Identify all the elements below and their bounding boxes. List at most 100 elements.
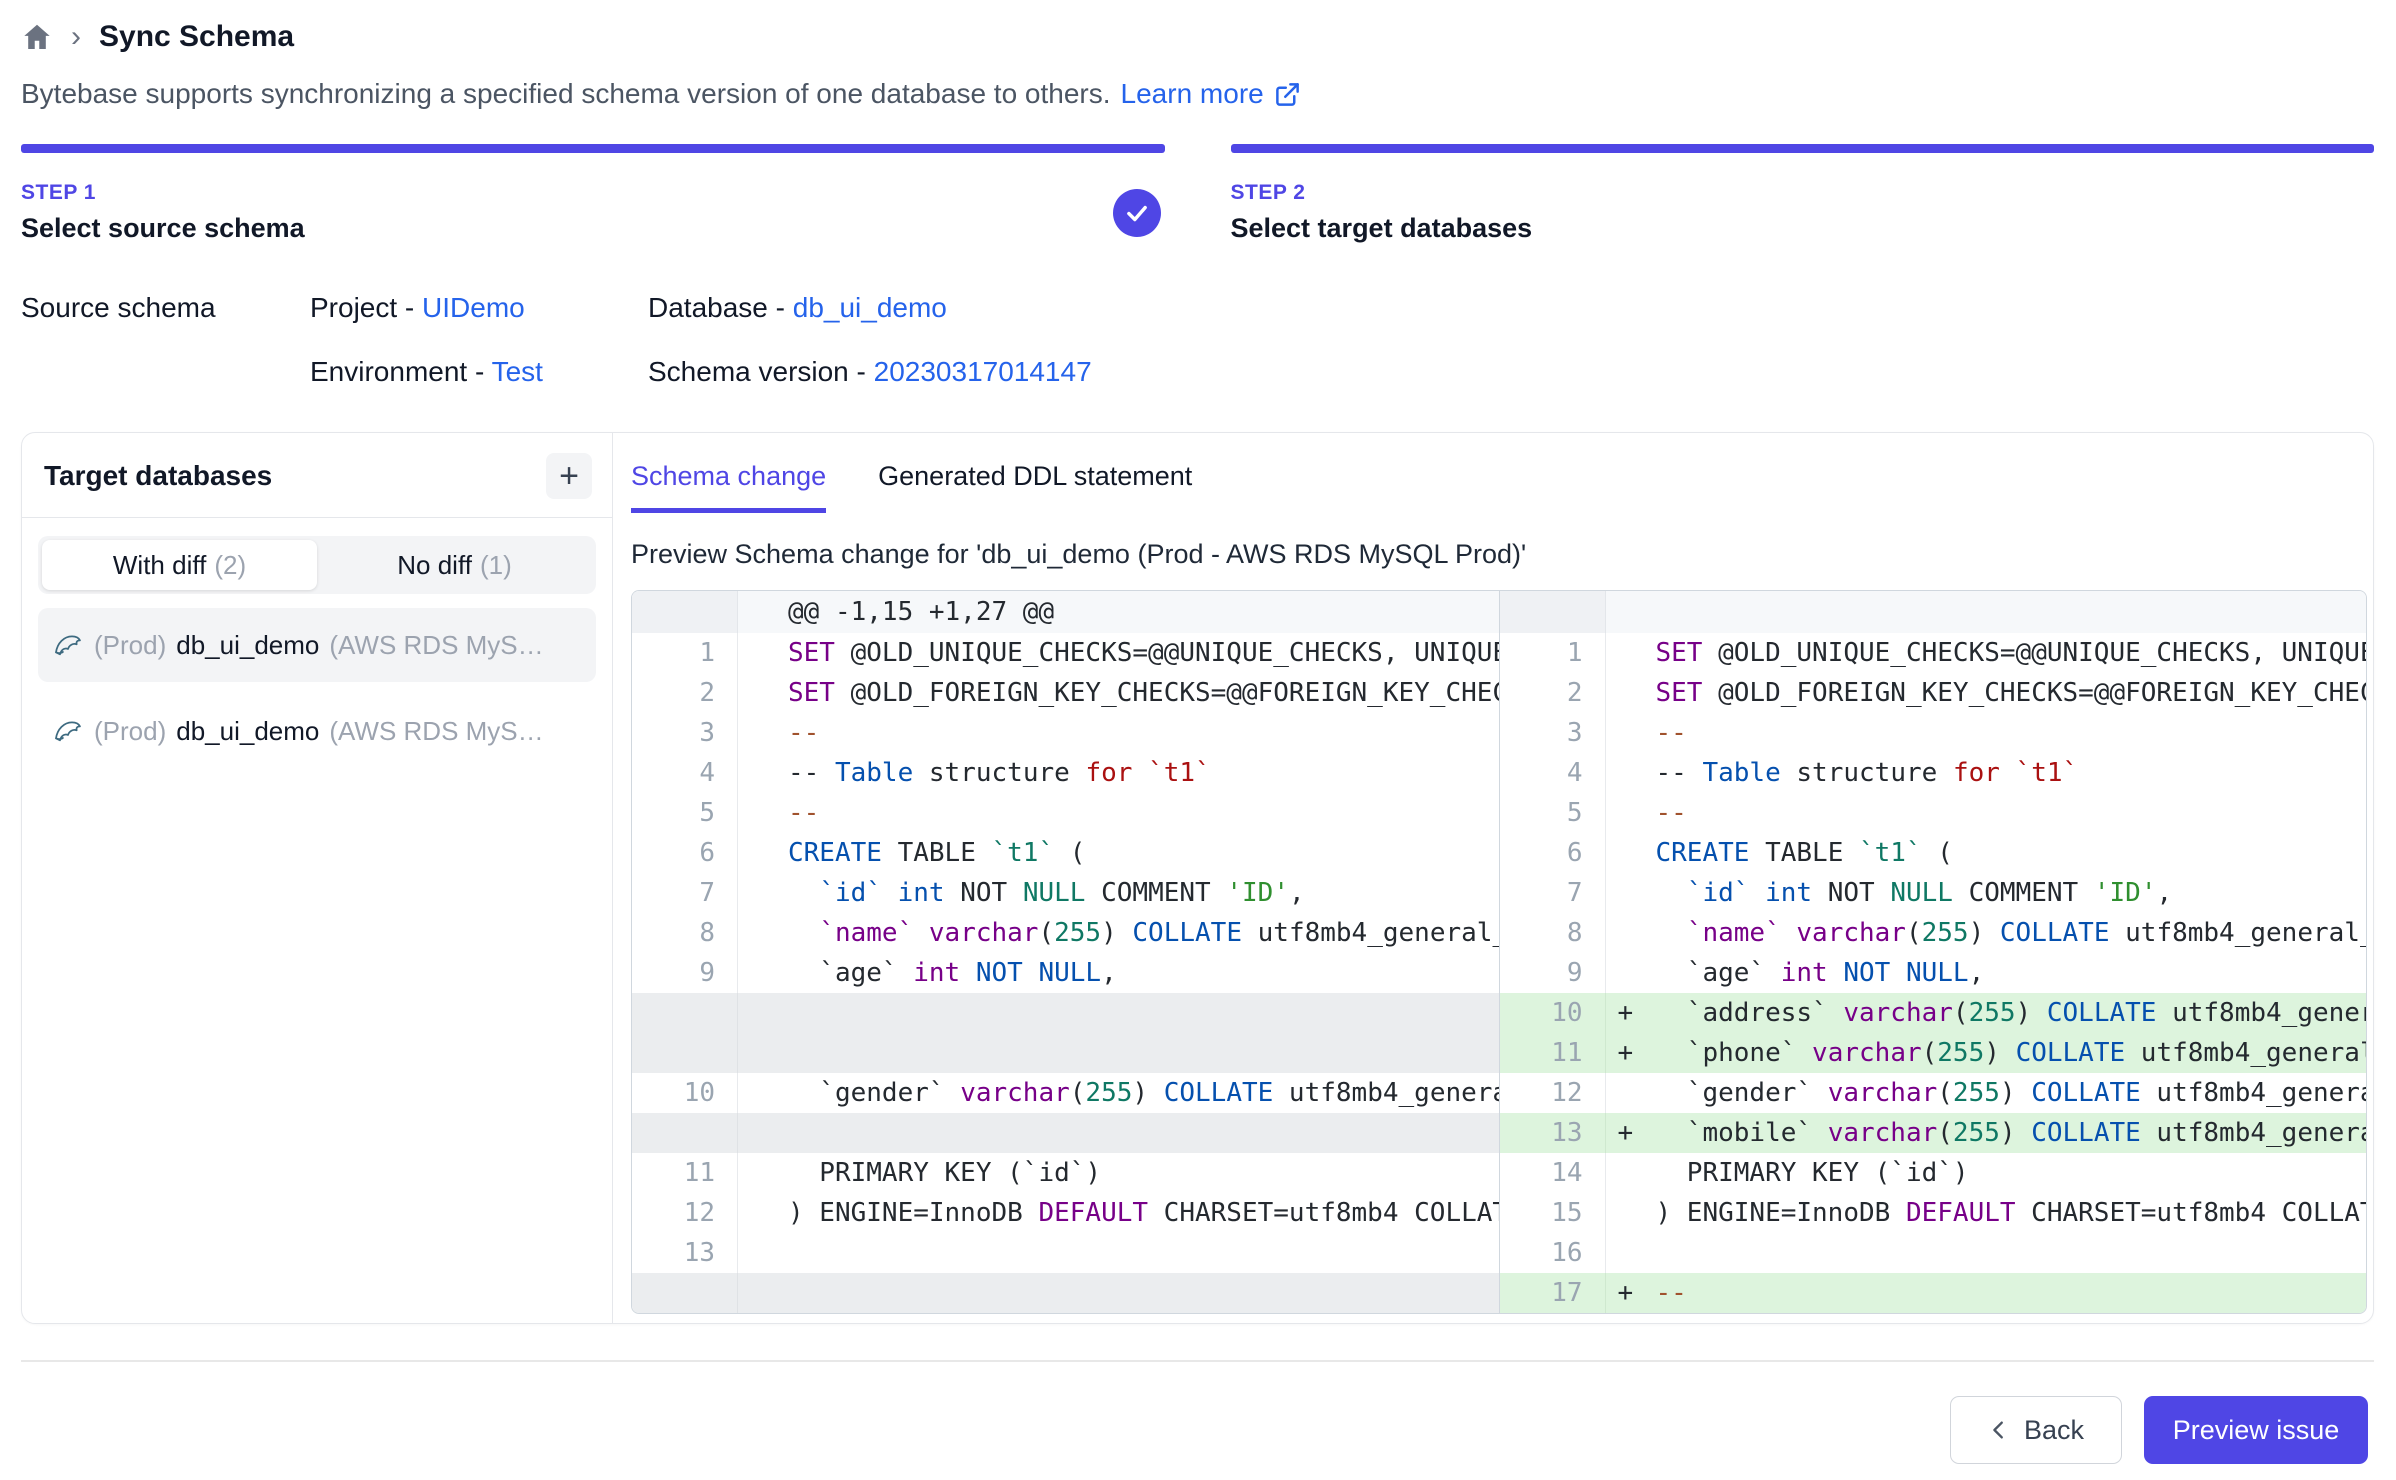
db-instance: (AWS RDS MyS… (329, 716, 543, 747)
diff-row: 11+ `phone` varchar(255) COLLATE utf8mb4… (1500, 1033, 2367, 1073)
external-link-icon[interactable] (1274, 81, 1301, 108)
preview-tabs: Schema change Generated DDL statement (631, 461, 2367, 513)
diff-rows-old: 1SET @OLD_UNIQUE_CHECKS=@@UNIQUE_CHECKS,… (632, 633, 1499, 1313)
tab-generated-ddl[interactable]: Generated DDL statement (878, 461, 1192, 513)
no-diff-label: No diff (397, 550, 472, 581)
diff-row: 7 `id` int NOT NULL COMMENT 'ID', (632, 873, 1499, 913)
source-schema-label: Source schema (21, 292, 310, 324)
step-2-progress-bar (1231, 144, 2375, 153)
project-field-label: Project - (310, 292, 422, 323)
source-database-field: Database - db_ui_demo (648, 292, 2374, 324)
diff-row (632, 1113, 1499, 1153)
step-2-title: Select target databases (1231, 213, 1533, 244)
diff-row: 10 `gender` varchar(255) COLLATE utf8mb4… (632, 1073, 1499, 1113)
home-icon[interactable] (21, 21, 53, 53)
no-diff-count: (1) (480, 550, 512, 581)
diff-row: 9 `age` int NOT NULL, (632, 953, 1499, 993)
diff-row (632, 993, 1499, 1033)
database-link[interactable]: db_ui_demo (793, 292, 947, 323)
sync-main-card: Target databases + With diff (2) No diff… (21, 432, 2374, 1324)
learn-more-link[interactable]: Learn more (1121, 78, 1264, 110)
diff-row (632, 1033, 1499, 1073)
diff-row: 2SET @OLD_FOREIGN_KEY_CHECKS=@@FOREIGN_K… (632, 673, 1499, 713)
diff-row: 11 PRIMARY KEY (`id`) (632, 1153, 1499, 1193)
breadcrumb: › Sync Schema (21, 16, 2374, 58)
diff-row: 8 `name` varchar(255) COLLATE utf8mb4_ge… (1500, 913, 2367, 953)
step-1-progress-bar (21, 144, 1165, 153)
target-databases-panel: Target databases + With diff (2) No diff… (22, 433, 613, 1323)
diff-row: 2SET @OLD_FOREIGN_KEY_CHECKS=@@FOREIGN_K… (1500, 673, 2367, 713)
db-name: db_ui_demo (176, 630, 319, 661)
environment-field-label: Environment - (310, 356, 492, 387)
sync-schema-page: › Sync Schema Bytebase supports synchron… (0, 0, 2396, 1480)
diff-row: 9 `age` int NOT NULL, (1500, 953, 2367, 993)
chevron-left-icon (1988, 1419, 2010, 1441)
page-title: Sync Schema (99, 20, 294, 54)
intro-description: Bytebase supports synchronizing a specif… (21, 78, 1111, 110)
schema-diff-viewer: @@ -1,15 +1,27 @@ 1SET @OLD_UNIQUE_CHECK… (631, 590, 2367, 1314)
diff-hunk-header-text: @@ -1,15 +1,27 @@ (788, 591, 1499, 633)
diff-row: 6CREATE TABLE `t1` ( (632, 833, 1499, 873)
database-list-item[interactable]: (Prod) db_ui_demo (AWS RDS MyS… (38, 694, 596, 768)
schema-preview-panel: Schema change Generated DDL statement Pr… (613, 433, 2373, 1323)
diff-row: 7 `id` int NOT NULL COMMENT 'ID', (1500, 873, 2367, 913)
step-1-check-icon (1113, 189, 1161, 237)
diff-row: 17+-- (1500, 1273, 2367, 1313)
diff-row: 16 (1500, 1233, 2367, 1273)
diff-row: 6CREATE TABLE `t1` ( (1500, 833, 2367, 873)
diff-filter-tabs: With diff (2) No diff (1) (38, 536, 596, 594)
step-1[interactable]: STEP 1 Select source schema (21, 144, 1165, 244)
diff-row: 1SET @OLD_UNIQUE_CHECKS=@@UNIQUE_CHECKS,… (1500, 633, 2367, 673)
step-2[interactable]: STEP 2 Select target databases (1231, 144, 2375, 244)
diff-rows-new: 1SET @OLD_UNIQUE_CHECKS=@@UNIQUE_CHECKS,… (1500, 633, 2367, 1313)
diff-row: 14 PRIMARY KEY (`id`) (1500, 1153, 2367, 1193)
project-link[interactable]: UIDemo (422, 292, 525, 323)
diff-row: 4-- Table structure for `t1` (1500, 753, 2367, 793)
add-database-button[interactable]: + (546, 453, 592, 499)
diff-row: 12) ENGINE=InnoDB DEFAULT CHARSET=utf8mb… (632, 1193, 1499, 1233)
step-1-label: STEP 1 (21, 181, 305, 205)
diff-row: 4-- Table structure for `t1` (632, 753, 1499, 793)
source-project-field: Project - UIDemo (310, 292, 648, 324)
diff-row: 5-- (1500, 793, 2367, 833)
diff-hunk-header-right (1500, 591, 2367, 633)
preview-issue-button[interactable]: Preview issue (2144, 1396, 2368, 1464)
schema-version-link[interactable]: 20230317014147 (874, 356, 1092, 387)
environment-link[interactable]: Test (492, 356, 543, 387)
step-1-title: Select source schema (21, 213, 305, 244)
diff-row: 3-- (632, 713, 1499, 753)
footer-divider (21, 1360, 2374, 1362)
diff-row: 1SET @OLD_UNIQUE_CHECKS=@@UNIQUE_CHECKS,… (632, 633, 1499, 673)
chevron-right-icon: › (71, 20, 81, 54)
diff-row: 5-- (632, 793, 1499, 833)
diff-pane-old: @@ -1,15 +1,27 @@ 1SET @OLD_UNIQUE_CHECK… (632, 591, 1500, 1313)
db-name: db_ui_demo (176, 716, 319, 747)
diff-pane-new: 1SET @OLD_UNIQUE_CHECKS=@@UNIQUE_CHECKS,… (1500, 591, 2367, 1313)
back-button-label: Back (2024, 1415, 2084, 1446)
db-environment: (Prod) (94, 630, 166, 661)
tab-no-diff[interactable]: No diff (1) (317, 540, 592, 590)
database-list-item[interactable]: (Prod) db_ui_demo (AWS RDS MyS… (38, 608, 596, 682)
diff-row (632, 1273, 1499, 1313)
source-schema-summary: Source schema Project - UIDemo Database … (21, 292, 2374, 388)
target-databases-title: Target databases (44, 460, 272, 492)
diff-row: 13 (632, 1233, 1499, 1273)
mysql-dolphin-icon (52, 715, 84, 747)
schema-version-field-label: Schema version - (648, 356, 874, 387)
intro-text: Bytebase supports synchronizing a specif… (21, 78, 2374, 110)
step-indicator: STEP 1 Select source schema STEP 2 Selec… (21, 144, 2374, 244)
tab-schema-change[interactable]: Schema change (631, 461, 826, 513)
back-button[interactable]: Back (1950, 1396, 2122, 1464)
mysql-dolphin-icon (52, 629, 84, 661)
step-2-label: STEP 2 (1231, 181, 1533, 205)
diff-row: 12 `gender` varchar(255) COLLATE utf8mb4… (1500, 1073, 2367, 1113)
diff-row: 3-- (1500, 713, 2367, 753)
database-field-label: Database - (648, 292, 793, 323)
tab-with-diff[interactable]: With diff (2) (42, 540, 317, 590)
footer-actions: Back Preview issue (21, 1396, 2374, 1464)
target-database-list: (Prod) db_ui_demo (AWS RDS MyS… (Prod) d… (38, 608, 596, 768)
db-environment: (Prod) (94, 716, 166, 747)
source-environment-field: Environment - Test (310, 356, 648, 388)
diff-row: 10+ `address` varchar(255) COLLATE utf8m… (1500, 993, 2367, 1033)
with-diff-label: With diff (113, 550, 206, 581)
